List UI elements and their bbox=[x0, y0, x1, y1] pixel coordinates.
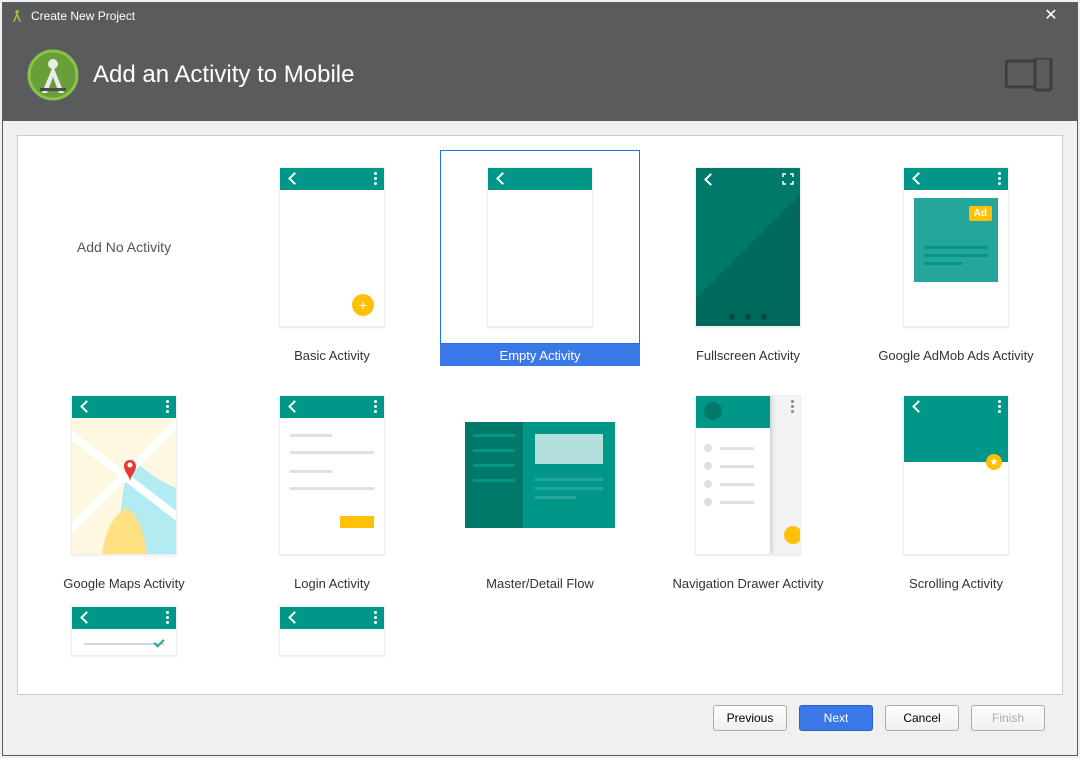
activity-thumb-fullscreen-activity bbox=[648, 150, 848, 344]
activity-template-panel: Add No Activity + bbox=[17, 135, 1063, 695]
back-icon bbox=[704, 174, 714, 184]
back-icon bbox=[80, 401, 90, 411]
cancel-button[interactable]: Cancel bbox=[885, 705, 959, 731]
activity-tile-scrolling-activity[interactable]: ★ Scrolling Activity bbox=[856, 374, 1056, 594]
scrolling-hero-icon: ★ bbox=[904, 418, 1008, 554]
activity-tile-master-detail-flow[interactable]: Master/Detail Flow bbox=[440, 374, 640, 594]
overflow-menu-icon bbox=[374, 400, 377, 413]
device-form-factor-icon bbox=[1005, 58, 1053, 92]
activity-caption: Google AdMob Ads Activity bbox=[856, 344, 1056, 366]
window-buttons: ✕ bbox=[1031, 4, 1071, 28]
wizard-header: Add an Activity to Mobile bbox=[3, 29, 1077, 121]
detail-pane-icon bbox=[523, 422, 615, 528]
admob-card-icon: Ad bbox=[914, 198, 998, 282]
activity-thumb-login-activity bbox=[232, 378, 432, 572]
android-studio-logo-icon bbox=[27, 49, 79, 101]
back-icon bbox=[912, 173, 922, 183]
overflow-menu-icon bbox=[166, 400, 169, 413]
login-form-icon bbox=[290, 418, 374, 528]
activity-tile-google-maps-activity[interactable]: Google Maps Activity bbox=[24, 374, 224, 594]
activity-tile-empty-activity[interactable]: Empty Activity bbox=[440, 146, 640, 366]
overflow-menu-icon bbox=[166, 611, 169, 624]
map-thumbnail-icon bbox=[72, 418, 176, 554]
overflow-menu-icon bbox=[998, 400, 1001, 413]
fab-star-icon: ★ bbox=[986, 454, 1002, 470]
android-studio-icon bbox=[9, 8, 25, 24]
overflow-menu-icon bbox=[374, 611, 377, 624]
window-title: Create New Project bbox=[31, 9, 1031, 23]
activity-caption bbox=[24, 344, 224, 366]
drawer-underlay-icon bbox=[770, 396, 800, 554]
settings-row-icon bbox=[72, 629, 176, 655]
back-icon bbox=[496, 173, 506, 183]
activity-caption: Master/Detail Flow bbox=[440, 572, 640, 594]
activity-thumb-cutoff-b bbox=[232, 606, 432, 654]
activity-thumb-basic-activity: + bbox=[232, 150, 432, 344]
navigation-dots-icon bbox=[696, 314, 800, 320]
activity-caption: Basic Activity bbox=[232, 344, 432, 366]
activity-tile-google-admob-ads-activity[interactable]: Ad Google AdMob Ads Activity bbox=[856, 146, 1056, 366]
activity-thumb-navigation-drawer-activity bbox=[648, 378, 848, 572]
check-icon bbox=[154, 639, 164, 649]
overflow-menu-icon bbox=[374, 172, 377, 185]
add-no-activity-label: Add No Activity bbox=[77, 239, 171, 255]
overflow-menu-icon bbox=[791, 400, 794, 413]
previous-button[interactable]: Previous bbox=[713, 705, 787, 731]
activity-caption: Login Activity bbox=[232, 572, 432, 594]
wizard-window: Create New Project ✕ Add an Activity to … bbox=[2, 2, 1078, 756]
activity-tile-cutoff-a[interactable] bbox=[24, 602, 224, 654]
activity-caption: Empty Activity bbox=[440, 344, 640, 366]
activity-thumb-google-admob-ads-activity: Ad bbox=[856, 150, 1056, 344]
fab-add-icon: + bbox=[352, 294, 374, 316]
activity-tile-cutoff-b[interactable] bbox=[232, 602, 432, 654]
activity-thumb-add-no-activity: Add No Activity bbox=[24, 150, 224, 344]
activity-caption: Fullscreen Activity bbox=[648, 344, 848, 366]
activity-thumb-scrolling-activity: ★ bbox=[856, 378, 1056, 572]
activity-caption: Google Maps Activity bbox=[24, 572, 224, 594]
activity-template-scroll[interactable]: Add No Activity + bbox=[18, 136, 1062, 694]
activity-tile-basic-activity[interactable]: + Basic Activity bbox=[232, 146, 432, 366]
fab-icon bbox=[784, 526, 801, 544]
back-icon bbox=[912, 401, 922, 411]
activity-thumb-google-maps-activity bbox=[24, 378, 224, 572]
fullscreen-expand-icon bbox=[782, 173, 794, 185]
activity-caption: Scrolling Activity bbox=[856, 572, 1056, 594]
finish-button[interactable]: Finish bbox=[971, 705, 1045, 731]
back-icon bbox=[80, 612, 90, 622]
wizard-header-title: Add an Activity to Mobile bbox=[93, 61, 1005, 89]
ad-badge: Ad bbox=[969, 206, 992, 221]
back-icon bbox=[288, 612, 298, 622]
activity-thumb-master-detail-flow bbox=[440, 378, 640, 572]
navigation-drawer-icon bbox=[696, 396, 770, 554]
back-icon bbox=[288, 173, 298, 183]
activity-caption: Navigation Drawer Activity bbox=[648, 572, 848, 594]
activity-thumb-empty-activity bbox=[440, 150, 640, 344]
window-close-button[interactable]: ✕ bbox=[1031, 4, 1071, 28]
activity-tile-login-activity[interactable]: Login Activity bbox=[232, 374, 432, 594]
master-pane-icon bbox=[465, 422, 523, 528]
wizard-content: Add No Activity + bbox=[3, 121, 1077, 755]
activity-thumb-cutoff-a bbox=[24, 606, 224, 654]
next-button[interactable]: Next bbox=[799, 705, 873, 731]
activity-tile-navigation-drawer-activity[interactable]: Navigation Drawer Activity bbox=[648, 374, 848, 594]
window-titlebar: Create New Project ✕ bbox=[3, 3, 1077, 29]
activity-tile-fullscreen-activity[interactable]: Fullscreen Activity bbox=[648, 146, 848, 366]
wizard-button-row: Previous Next Cancel Finish bbox=[17, 695, 1063, 741]
overflow-menu-icon bbox=[998, 172, 1001, 185]
back-icon bbox=[288, 401, 298, 411]
activity-tile-add-no-activity[interactable]: Add No Activity bbox=[24, 146, 224, 366]
activity-template-grid: Add No Activity + bbox=[18, 136, 1062, 658]
